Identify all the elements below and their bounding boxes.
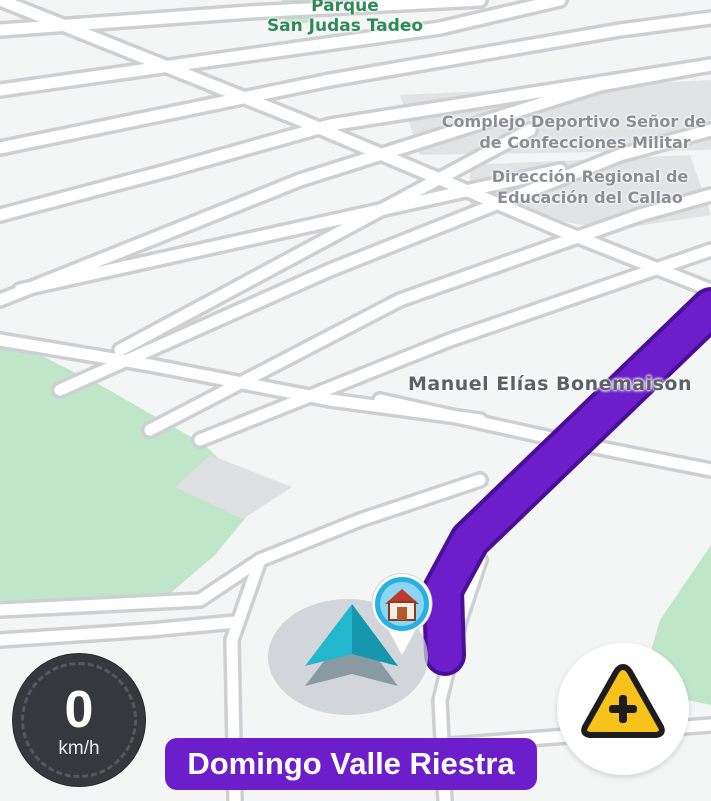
poi-label-complejo: Complejo Deportivo Señor de lo de Confec… — [420, 111, 711, 153]
current-street-badge: Domingo Valle Riestra — [165, 738, 537, 790]
poi-direccion-line2: Educación del Callao — [497, 188, 683, 207]
speedometer[interactable]: 0 km/h — [13, 654, 145, 786]
poi-direccion-line1: Dirección Regional de — [491, 167, 689, 186]
park-label-line1: Parque — [311, 0, 379, 16]
speed-unit: km/h — [58, 738, 100, 759]
park-label: Parque San Judas Tadeo — [230, 0, 460, 36]
poi-label-direccion: Dirección Regional de Educación del Call… — [470, 166, 710, 208]
poi-complejo-line1: Complejo Deportivo Señor de lo — [441, 112, 711, 131]
speed-value: 0 — [64, 681, 94, 739]
poi-complejo-line2: de Confecciones Militar — [479, 133, 691, 152]
report-button[interactable] — [557, 643, 689, 775]
park-label-line2: San Judas Tadeo — [266, 16, 424, 36]
navigation-app: Parque San Judas Tadeo Complejo Deportiv… — [0, 0, 711, 801]
alert-plus-icon — [581, 664, 665, 738]
street-label: Manuel Elías Bonemaison — [408, 373, 693, 395]
